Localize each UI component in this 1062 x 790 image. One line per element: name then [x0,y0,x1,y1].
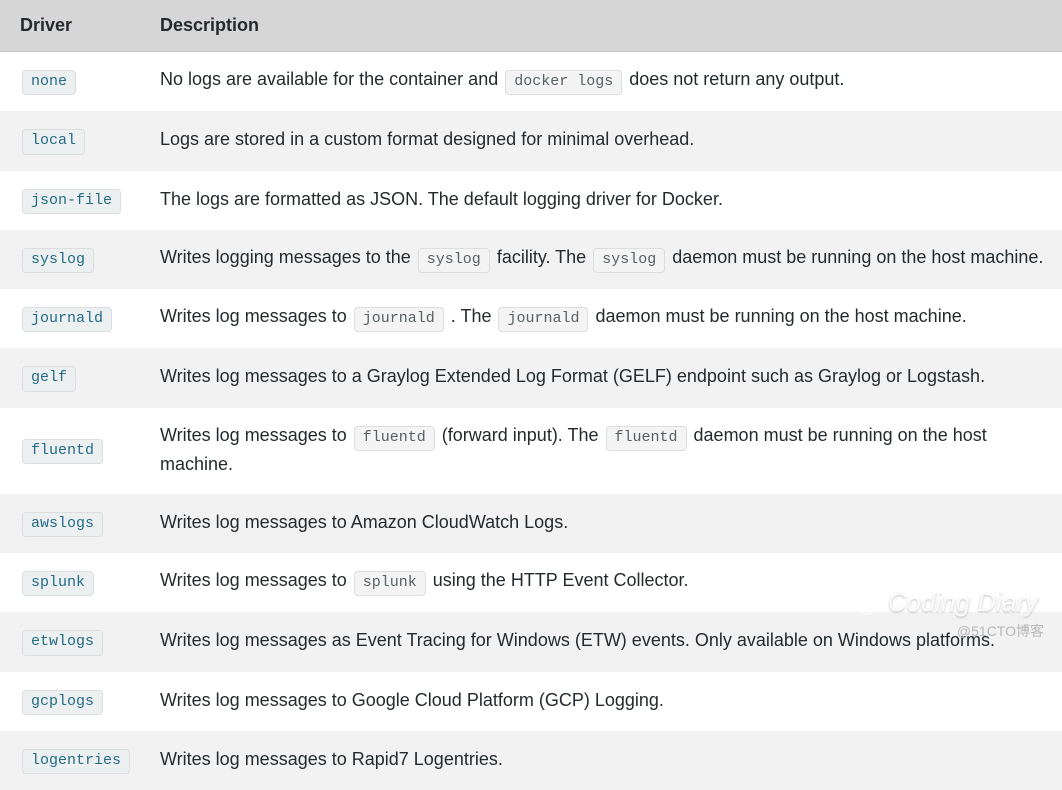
cell-driver: gelf [0,348,140,407]
table-row: awslogs Writes log messages to Amazon Clo… [0,494,1062,553]
table-row: gcplogs Writes log messages to Google Clo… [0,672,1062,731]
inline-code: fluentd [354,426,435,451]
inline-code: docker logs [505,70,622,95]
cell-description: Writes log messages to Amazon CloudWatch… [140,494,1062,553]
cell-description: Writes log messages to splunk using the … [140,553,1062,612]
cell-driver: awslogs [0,494,140,553]
driver-code: none [22,70,76,95]
cell-description: Logs are stored in a custom format desig… [140,111,1062,170]
cell-driver: journald [0,289,140,348]
cell-driver: syslog [0,230,140,289]
driver-code: json-file [22,189,121,214]
cell-driver: gcplogs [0,672,140,731]
cell-driver: etwlogs [0,612,140,671]
cell-driver: none [0,52,140,112]
cell-description: Writes log messages to Rapid7 Logentries… [140,731,1062,790]
inline-code: splunk [354,571,426,596]
cell-description: Writes logging messages to the syslog fa… [140,230,1062,289]
table-row: journaldWrites log messages to journald … [0,289,1062,348]
cell-driver: fluentd [0,408,140,494]
driver-code: syslog [22,248,94,273]
table-row: splunkWrites log messages to splunk usin… [0,553,1062,612]
table-row: etwlogs Writes log messages as Event Trac… [0,612,1062,671]
cell-description: Writes log messages to a Graylog Extende… [140,348,1062,407]
table-row: fluentdWrites log messages to fluentd (f… [0,408,1062,494]
driver-code: logentries [22,749,130,774]
table-row: json-file The logs are formatted as JSON.… [0,171,1062,230]
inline-code: fluentd [606,426,687,451]
table-row: gelf Writes log messages to a Graylog Ext… [0,348,1062,407]
col-header-driver: Driver [0,0,140,52]
table-row: local Logs are stored in a custom format … [0,111,1062,170]
table-body: none No logs are available for the contai… [0,52,1062,790]
cell-driver: json-file [0,171,140,230]
inline-code: journald [354,307,444,332]
table-row: none No logs are available for the contai… [0,52,1062,112]
cell-description: Writes log messages to fluentd (forward … [140,408,1062,494]
inline-code: syslog [418,248,490,273]
cell-description: The logs are formatted as JSON. The defa… [140,171,1062,230]
driver-code: gelf [22,366,76,391]
driver-code: fluentd [22,439,103,464]
drivers-table: Driver Description none No logs are avail… [0,0,1062,790]
inline-code: journald [498,307,588,332]
cell-description: No logs are available for the container … [140,52,1062,112]
table-row: logentries Writes log messages to Rapid7 … [0,731,1062,790]
driver-code: local [22,129,85,154]
driver-code: etwlogs [22,630,103,655]
cell-description: Writes log messages as Event Tracing for… [140,612,1062,671]
cell-driver: logentries [0,731,140,790]
table-header-row: Driver Description [0,0,1062,52]
driver-code: awslogs [22,512,103,537]
cell-driver: local [0,111,140,170]
driver-code: journald [22,307,112,332]
cell-description: Writes log messages to Google Cloud Plat… [140,672,1062,731]
driver-code: splunk [22,571,94,596]
table-row: syslogWrites logging messages to the sys… [0,230,1062,289]
driver-code: gcplogs [22,690,103,715]
cell-driver: splunk [0,553,140,612]
col-header-description: Description [140,0,1062,52]
inline-code: syslog [593,248,665,273]
cell-description: Writes log messages to journald . The jo… [140,289,1062,348]
